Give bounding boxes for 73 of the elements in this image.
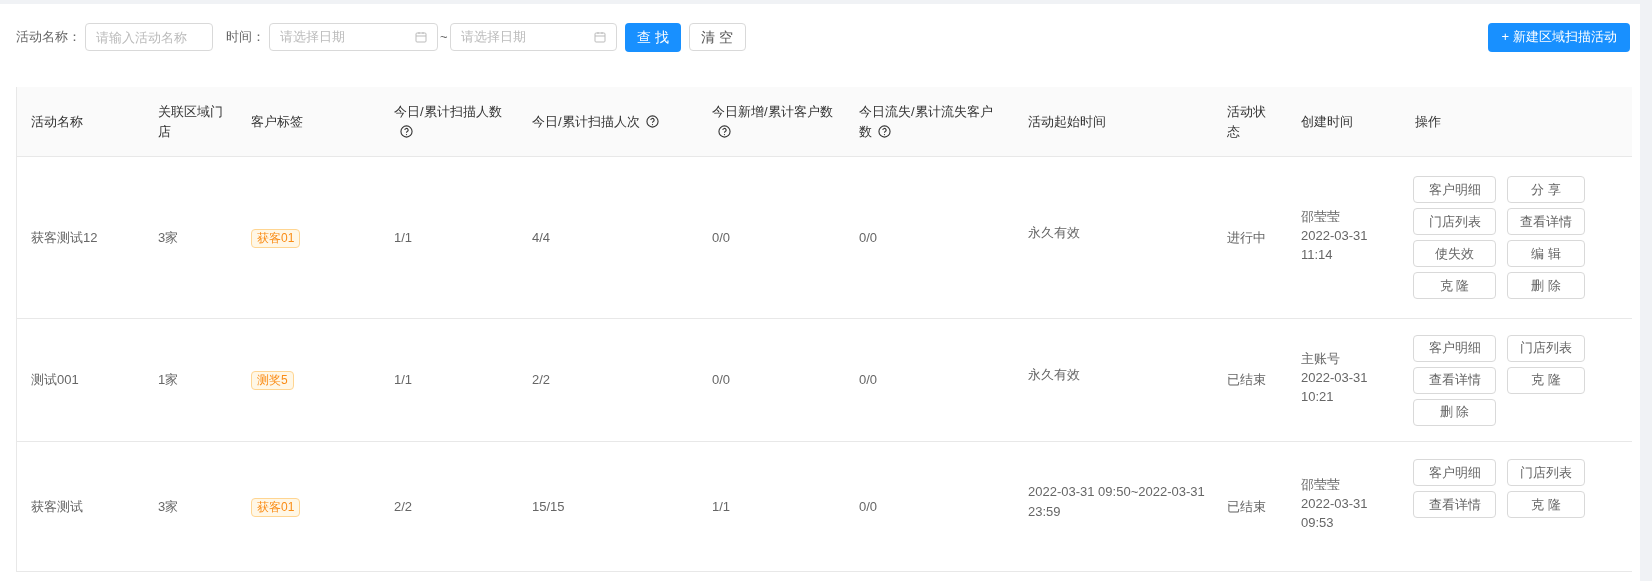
action-button[interactable]: 客户明细 (1413, 176, 1496, 203)
column-header: 活动状态 (1227, 102, 1267, 141)
action-button[interactable]: 克 隆 (1413, 272, 1496, 299)
action-button[interactable]: 查看详情 (1507, 208, 1585, 235)
column-header: 今日流失/累计流失客户数 (859, 102, 994, 141)
action-button[interactable]: 客户明细 (1413, 334, 1496, 362)
create-button[interactable]: + 新建区域扫描活动 (1488, 22, 1630, 52)
table-cell: 1/1 (712, 498, 731, 514)
table-cell: 1家 (158, 372, 179, 388)
table-cell: 1/1 (394, 229, 413, 245)
table-cell: 永久有效 (1028, 224, 1080, 240)
table-cell: 3家 (158, 229, 179, 245)
customer-tag: 获客01 (251, 497, 301, 517)
table-cell: 获客测试 (31, 498, 83, 514)
calendar-icon (415, 31, 427, 43)
calendar-icon (593, 31, 606, 43)
created-time: 09:53 (1301, 514, 1335, 532)
column-header: 今日新增/累计客户数 (712, 101, 840, 142)
column-header: 操作 (1415, 112, 1441, 131)
column-header: 关联区域门店 (158, 102, 224, 141)
created-date: 2022-03-31 (1301, 495, 1369, 513)
table-cell: 0/0 (712, 229, 731, 245)
range-separator: ~ (440, 28, 448, 47)
table-cell: 2/2 (394, 498, 413, 514)
customer-tag: 获客01 (251, 228, 301, 248)
action-button[interactable]: 门店列表 (1507, 334, 1585, 362)
name-input-field[interactable]: 请输入活动名称 (85, 23, 213, 51)
column-header: 今日/累计扫描人次 (532, 111, 659, 132)
table-cell: 2022-03-31 09:50~2022-03-31 23:59 (1028, 484, 1205, 519)
action-button[interactable]: 使失效 (1413, 240, 1496, 267)
created-date: 2022-03-31 (1301, 227, 1369, 245)
table-cell: 测试001 (31, 372, 79, 388)
table-cell: 0/0 (859, 498, 878, 514)
filter-label: 活动名称： (16, 28, 81, 47)
clear-button[interactable]: 清 空 (688, 23, 746, 51)
creator-name: 邵莹莹 (1301, 208, 1341, 226)
table-cell: 3家 (158, 498, 179, 514)
column-header: 活动起始时间 (1028, 112, 1106, 131)
created-date: 2022-03-31 (1301, 368, 1369, 387)
creator-name: 主账号 (1301, 349, 1341, 368)
action-button[interactable]: 查看详情 (1413, 366, 1496, 394)
action-button[interactable]: 删 除 (1507, 272, 1585, 299)
action-button[interactable]: 克 隆 (1507, 366, 1585, 394)
creator-name: 邵莹莹 (1301, 476, 1341, 494)
filter-label: 时间： (226, 28, 265, 47)
table-cell: 2/2 (532, 372, 551, 388)
search-button[interactable]: 查 找 (624, 22, 681, 52)
action-button[interactable]: 门店列表 (1413, 208, 1496, 235)
table-cell: 0/0 (859, 229, 878, 245)
table-cell: 15/15 (532, 498, 565, 514)
created-time: 10:21 (1301, 387, 1335, 406)
column-header: 客户标签 (251, 112, 303, 131)
table-cell: 0/0 (859, 372, 878, 388)
column-header: 今日/累计扫描人数 (394, 101, 516, 142)
table-cell: 1/1 (394, 372, 413, 388)
action-button[interactable]: 分 享 (1507, 176, 1585, 203)
table-cell: 进行中 (1227, 229, 1266, 245)
action-button[interactable]: 删 除 (1413, 398, 1496, 426)
column-header: 创建时间 (1301, 112, 1353, 131)
action-button[interactable]: 客户明细 (1413, 459, 1496, 486)
action-button[interactable]: 门店列表 (1507, 459, 1585, 486)
customer-tag: 测奖5 (251, 371, 294, 390)
table-cell: 4/4 (532, 229, 551, 245)
action-button[interactable]: 克 隆 (1507, 491, 1585, 518)
table-cell: 获客测试12 (31, 229, 98, 245)
table-cell: 已结束 (1227, 372, 1266, 388)
created-time: 11:14 (1301, 246, 1334, 264)
action-button[interactable]: 编 辑 (1507, 240, 1585, 267)
table-cell: 永久有效 (1028, 367, 1080, 383)
column-header: 活动名称 (31, 112, 83, 131)
table-cell: 0/0 (712, 372, 731, 388)
action-button[interactable]: 查看详情 (1413, 491, 1496, 518)
table-cell: 已结束 (1227, 498, 1266, 514)
